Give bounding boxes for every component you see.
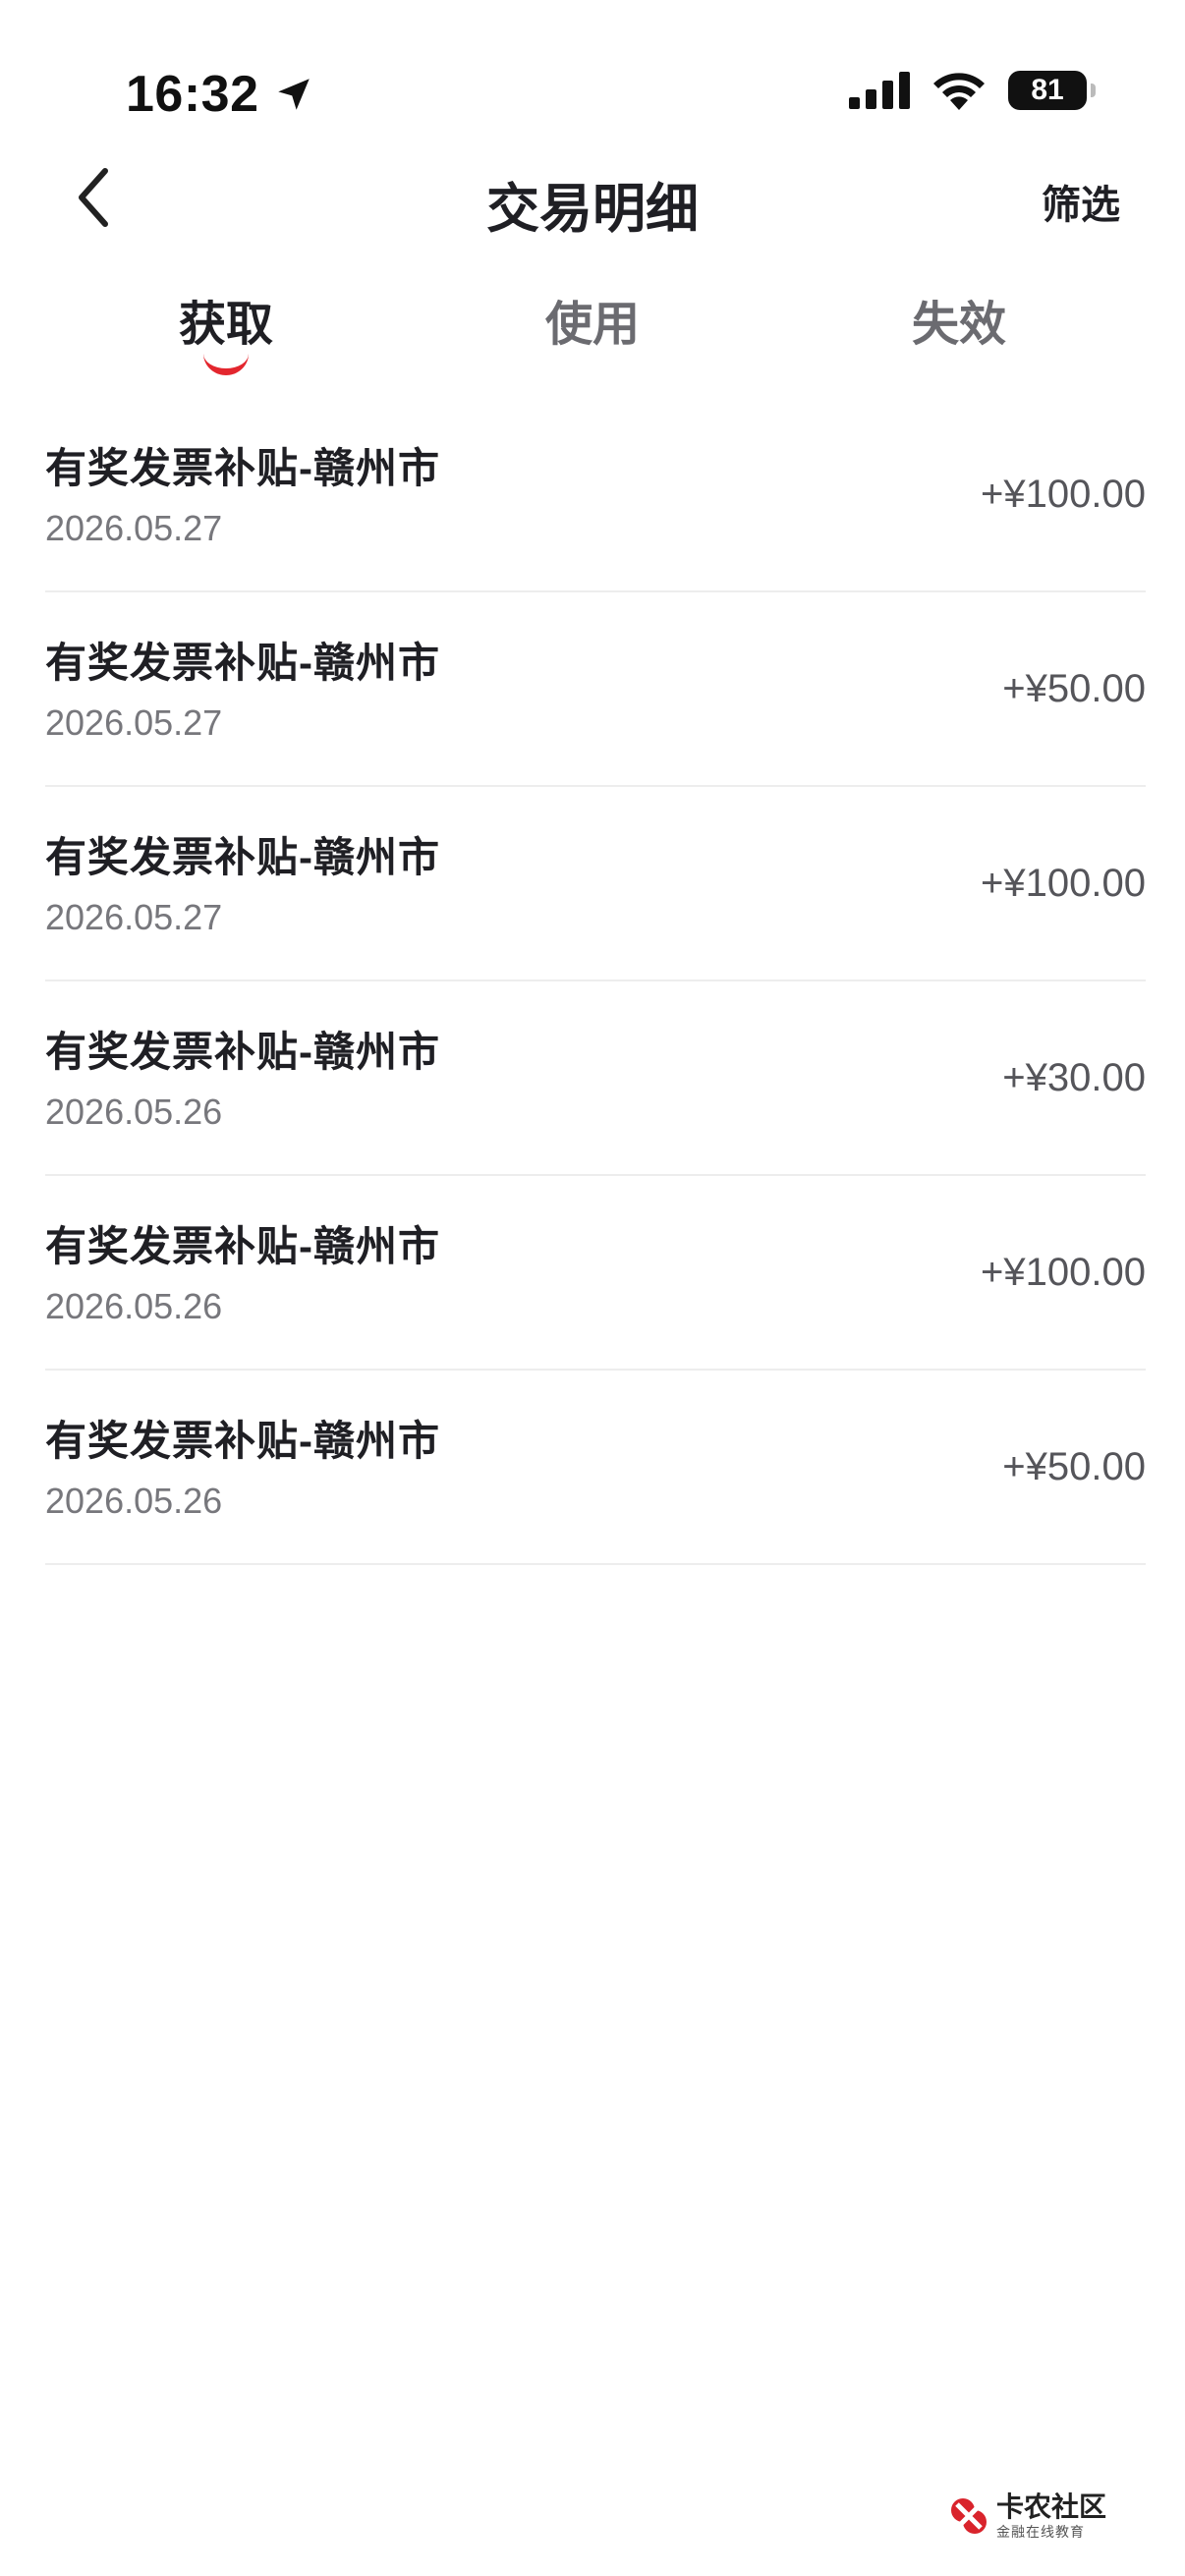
item-amount: +¥30.00 — [1002, 1056, 1146, 1099]
item-amount: +¥100.00 — [981, 1251, 1146, 1294]
location-arrow-icon — [277, 79, 310, 110]
item-title: 有奖发票补贴-赣州市 — [45, 1223, 440, 1269]
list-item[interactable]: 有奖发票补贴-赣州市 2026.05.26 +¥100.00 — [45, 1176, 1146, 1371]
item-title: 有奖发票补贴-赣州市 — [45, 640, 440, 686]
status-time-text: 16:32 — [126, 66, 259, 123]
item-title: 有奖发票补贴-赣州市 — [45, 1418, 440, 1464]
list-item[interactable]: 有奖发票补贴-赣州市 2026.05.27 +¥100.00 — [45, 398, 1146, 592]
page-title: 交易明细 — [486, 180, 699, 239]
item-amount: +¥50.00 — [1002, 1445, 1146, 1488]
item-date: 2026.05.27 — [45, 508, 223, 548]
battery-indicator: 81 — [1008, 71, 1096, 110]
list-item[interactable]: 有奖发票补贴-赣州市 2026.05.26 +¥50.00 — [45, 1371, 1146, 1565]
item-date: 2026.05.26 — [45, 1286, 223, 1326]
tab-bar: 获取 使用 失效 — [0, 285, 1185, 393]
watermark: 卡农社区 金融在线教育 — [947, 2493, 1106, 2539]
item-amount: +¥50.00 — [1002, 667, 1146, 710]
nav-bar: 交易明细 筛选 — [0, 147, 1185, 246]
item-date: 2026.05.27 — [45, 897, 223, 937]
status-time: 16:32 — [126, 65, 314, 124]
item-title: 有奖发票补贴-赣州市 — [45, 445, 440, 491]
item-title: 有奖发票补贴-赣州市 — [45, 1029, 440, 1075]
wifi-icon — [933, 73, 985, 110]
item-amount: +¥100.00 — [981, 473, 1146, 516]
status-bar: 16:32 81 — [0, 0, 1185, 147]
item-amount: +¥100.00 — [981, 862, 1146, 905]
transaction-list: 有奖发票补贴-赣州市 2026.05.27 +¥100.00 有奖发票补贴-赣州… — [45, 398, 1146, 1565]
active-tab-indicator — [203, 354, 249, 375]
status-indicators: 81 — [849, 71, 1096, 110]
item-date: 2026.05.26 — [45, 1092, 223, 1132]
item-title: 有奖发票补贴-赣州市 — [45, 834, 440, 880]
cellular-signal-icon — [849, 72, 910, 109]
list-item[interactable]: 有奖发票补贴-赣州市 2026.05.27 +¥50.00 — [45, 592, 1146, 787]
tab-use[interactable]: 使用 — [494, 285, 691, 354]
kanong-logo-icon — [950, 2498, 987, 2534]
tab-obtain[interactable]: 获取 — [128, 285, 324, 354]
item-date: 2026.05.27 — [45, 702, 223, 743]
item-date: 2026.05.26 — [45, 1481, 223, 1521]
watermark-title: 卡农社区 — [995, 2492, 1106, 2522]
watermark-text: 卡农社区 金融在线教育 — [995, 2492, 1106, 2540]
watermark-subtitle: 金融在线教育 — [995, 2524, 1085, 2540]
list-item[interactable]: 有奖发票补贴-赣州市 2026.05.27 +¥100.00 — [45, 787, 1146, 981]
list-item[interactable]: 有奖发票补贴-赣州市 2026.05.26 +¥30.00 — [45, 981, 1146, 1176]
battery-level: 81 — [1031, 74, 1064, 106]
tab-expired[interactable]: 失效 — [861, 285, 1057, 354]
filter-button[interactable]: 筛选 — [1042, 173, 1120, 230]
